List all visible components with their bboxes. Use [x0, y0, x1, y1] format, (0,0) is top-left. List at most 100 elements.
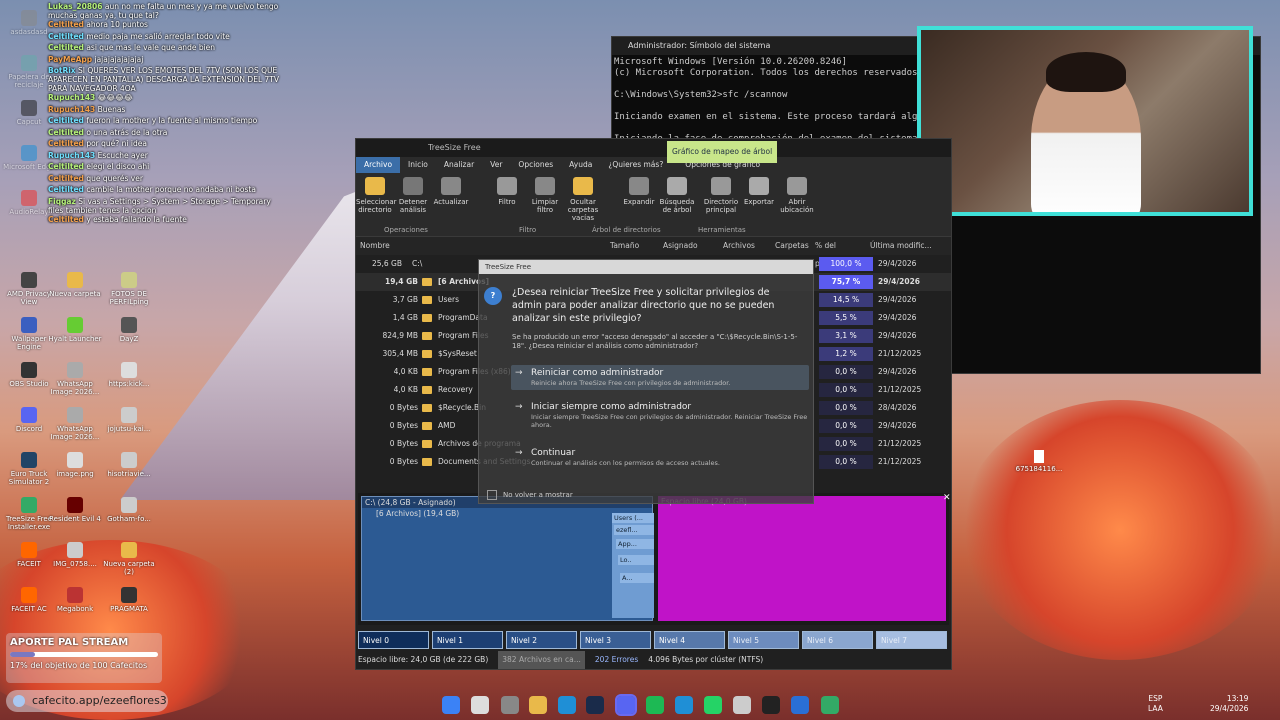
- desktop-icon[interactable]: PRAGMATA: [102, 587, 156, 613]
- ribbon-tab-3[interactable]: Ver: [482, 157, 510, 173]
- desktop-icon[interactable]: jojutsu-kai...: [102, 407, 156, 433]
- desktop-icon-label: WhatsApp Image 2026...: [50, 380, 100, 396]
- app-icon: [67, 452, 83, 468]
- treesize-icon[interactable]: [821, 696, 839, 714]
- app-icon: [121, 542, 137, 558]
- clock[interactable]: 13:19 29/4/2026: [1210, 694, 1248, 714]
- ribbon-group-label: Operaciones: [384, 226, 428, 234]
- restart-as-admin-option[interactable]: Reiniciar como administrador Reinicie ah…: [511, 365, 809, 390]
- treesize-titlebar[interactable]: TreeSize Free Gráfico de mapeo de árbol: [356, 139, 951, 163]
- desktop-icon[interactable]: WhatsApp Image 2026...: [48, 362, 102, 396]
- continue-option[interactable]: Continuar Continuar el análisis con los …: [511, 448, 809, 467]
- treemap-folder[interactable]: Users (...: [612, 513, 654, 523]
- discord-icon[interactable]: [615, 694, 637, 716]
- treemap[interactable]: C:\ (24,8 GB - Asignado) [6 Archivos] (1…: [358, 493, 951, 625]
- desktop-icon[interactable]: Nueva carpeta (2): [102, 542, 156, 576]
- level-button[interactable]: Nivel 1: [432, 631, 503, 649]
- desktop-icon[interactable]: Resident Evil 4: [48, 497, 102, 523]
- column-header[interactable]: Asignado: [659, 237, 719, 255]
- app-icon: [21, 362, 37, 378]
- desktop-icon[interactable]: WhatsApp Image 2026...: [48, 407, 102, 441]
- desktop-icon[interactable]: Gotham-fo...: [102, 497, 156, 523]
- column-header[interactable]: Archivos: [719, 237, 771, 255]
- spotify-icon[interactable]: [646, 696, 664, 714]
- treemap-folder[interactable]: A...: [620, 573, 654, 583]
- desktop-icon-label: DayZ: [119, 335, 139, 343]
- desktop-icon-label: Resident Evil 4: [49, 515, 101, 523]
- app-icon[interactable]: [791, 696, 809, 714]
- desktop-icon[interactable]: hisotriavie...: [102, 452, 156, 478]
- ribbon-tab-0[interactable]: Archivo: [356, 157, 401, 173]
- search-icon[interactable]: [471, 696, 489, 714]
- app-icon: [21, 272, 37, 288]
- row-date: 21/12/2025: [878, 349, 922, 358]
- desktop-icon-label: hisotriavie...: [107, 470, 151, 478]
- ribbon-button[interactable]: Búsqueda de árbol: [658, 173, 696, 236]
- status-item: 382 Archivos en ca...: [498, 651, 585, 669]
- task-view-icon[interactable]: [501, 696, 519, 714]
- desktop-icon[interactable]: https:kick...: [102, 362, 156, 388]
- whatsapp-icon[interactable]: [704, 696, 722, 714]
- app-icon: [67, 272, 83, 288]
- level-button[interactable]: Nivel 3: [580, 631, 651, 649]
- file-explorer-icon[interactable]: [529, 696, 547, 714]
- edge-icon[interactable]: [558, 696, 576, 714]
- desktop-icon[interactable]: Hyalt Launcher: [48, 317, 102, 343]
- desktop-icon[interactable]: FOTOS DE PERFILping: [102, 272, 156, 306]
- column-header[interactable]: % del princi...: [811, 237, 866, 268]
- row-percent: 0,0 %: [819, 365, 873, 379]
- column-header[interactable]: Nombre: [356, 237, 606, 255]
- app-icon[interactable]: [733, 696, 751, 714]
- level-button[interactable]: Nivel 2: [506, 631, 577, 649]
- treemap-users[interactable]: Users (... ezefl... App... Lo.. A...: [612, 513, 654, 618]
- ribbon-tab-2[interactable]: Analizar: [436, 157, 482, 173]
- treemap-c-drive[interactable]: C:\ (24,8 GB - Asignado) [6 Archivos] (1…: [361, 496, 654, 621]
- desktop-icon-label: TreeSize Free Installer.exe: [5, 515, 53, 531]
- ribbon-button[interactable]: Actualizar: [432, 173, 470, 236]
- column-header[interactable]: Carpetas: [771, 237, 811, 255]
- terminal-icon[interactable]: [762, 696, 780, 714]
- treemap-free-space[interactable]: Espacio libre (24,0 GB): [658, 496, 946, 621]
- dont-show-again-checkbox[interactable]: No volver a mostrar: [487, 490, 573, 500]
- level-button[interactable]: Nivel 0: [358, 631, 429, 649]
- column-header[interactable]: Tamaño: [606, 237, 659, 255]
- language-indicator[interactable]: ESP LAA: [1148, 694, 1163, 714]
- folder-icon: [422, 458, 432, 466]
- start-icon[interactable]: [442, 696, 460, 714]
- ribbon-tab-4[interactable]: Opciones: [510, 157, 561, 173]
- chat-username: Rupuch143: [48, 150, 96, 160]
- ribbon-button[interactable]: Abrir ubicación: [778, 173, 816, 236]
- desktop-icon[interactable]: image.png: [48, 452, 102, 478]
- row-percent: 3,1 %: [819, 329, 873, 343]
- desktop-icon-label: FACEIT: [17, 560, 41, 568]
- treesize-window[interactable]: TreeSize Free Gráfico de mapeo de árbol …: [355, 138, 952, 670]
- ribbon-label: Exportar: [743, 198, 775, 206]
- always-admin-option[interactable]: Iniciar siempre como administrador Inici…: [511, 402, 809, 429]
- desktop-icon[interactable]: Nueva carpeta: [48, 272, 102, 298]
- level-button[interactable]: Nivel 6: [802, 631, 873, 649]
- desktop-icon[interactable]: Megabonk: [48, 587, 102, 613]
- desktop-icon[interactable]: IMG_0758....: [48, 542, 102, 568]
- close-icon[interactable]: ✕: [943, 493, 951, 503]
- ribbon-tab-6[interactable]: ¿Quieres más?: [600, 157, 671, 173]
- level-button[interactable]: Nivel 7: [876, 631, 947, 649]
- chat-username: Celtilted: [48, 173, 84, 183]
- steam-icon[interactable]: [586, 696, 604, 714]
- ribbon-tab-1[interactable]: Inicio: [400, 157, 436, 173]
- ribbon-tab-5[interactable]: Ayuda: [561, 157, 600, 173]
- treemap-folder[interactable]: App...: [616, 539, 654, 549]
- row-size: 824,9 MB: [382, 331, 418, 340]
- level-button[interactable]: Nivel 4: [654, 631, 725, 649]
- treemap-folder[interactable]: Lo..: [618, 555, 654, 565]
- vpn-icon[interactable]: [675, 696, 693, 714]
- desktop-icon[interactable]: DayZ: [102, 317, 156, 343]
- row-date: 21/12/2025: [878, 385, 922, 394]
- desktop-file[interactable]: 675184116...: [1015, 450, 1063, 473]
- context-tab[interactable]: Gráfico de mapeo de árbol: [667, 141, 778, 163]
- treemap-folder[interactable]: ezefl...: [614, 525, 654, 535]
- chat-message: Celtilted cambie la mother porque no and…: [48, 185, 284, 194]
- level-button[interactable]: Nivel 5: [728, 631, 799, 649]
- column-header[interactable]: Última modific...: [866, 237, 936, 255]
- admin-dialog[interactable]: TreeSize Free ? ¿Desea reiniciar TreeSiz…: [478, 259, 814, 504]
- status-item: 202 Errores: [594, 655, 639, 664]
